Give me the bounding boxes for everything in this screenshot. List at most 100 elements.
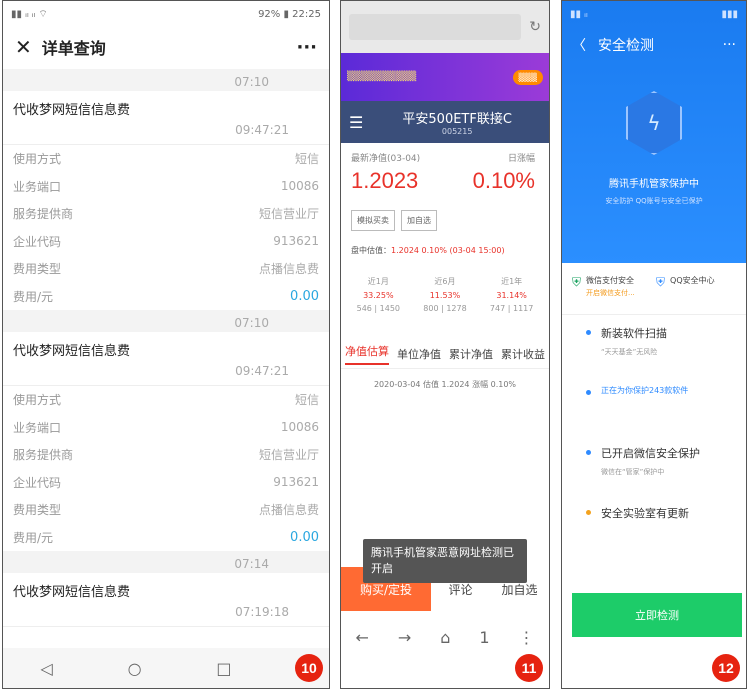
banner-button[interactable]: ▒▒▒	[512, 69, 543, 85]
item-title: 已开启微信安全保护	[601, 447, 700, 460]
close-icon[interactable]: ✕	[15, 35, 32, 59]
record-date: 07:10	[3, 69, 329, 91]
step-badge: 11	[515, 654, 543, 682]
tab-2[interactable]: 累计净值	[449, 346, 493, 362]
record-time: 07:19:18	[3, 599, 329, 627]
field-value: 10086	[280, 179, 319, 194]
record-field: 费用类型 点播信息费	[3, 255, 329, 283]
check-now-button[interactable]: 立即检测	[572, 593, 742, 637]
back-icon[interactable]: ←	[355, 628, 368, 647]
performance-value: 33.25%	[363, 291, 394, 300]
refresh-icon[interactable]: ↻	[529, 19, 541, 35]
performance-label: 近6月	[434, 277, 456, 286]
nav-label: 最新净值(03-04)	[351, 154, 421, 164]
address-input[interactable]	[349, 14, 522, 40]
field-value: 913621	[273, 475, 319, 490]
item-title: 新装软件扫描	[601, 327, 667, 340]
back-icon[interactable]: 〈	[572, 35, 586, 55]
performance-column: 近1月 33.25% 546 | 1450	[357, 276, 400, 313]
bullet-dot-icon	[586, 510, 591, 515]
qq-shield-icon: ⛨	[656, 275, 666, 289]
toast-message: 腾讯手机管家恶意网址检测已开启	[363, 539, 527, 583]
field-label: 费用类型	[13, 262, 62, 277]
page-title: 详单查询	[41, 39, 106, 58]
field-label: 业务端口	[13, 420, 62, 435]
recents-icon[interactable]: □	[216, 659, 231, 678]
menu-icon[interactable]: ☰	[349, 113, 363, 132]
security-item[interactable]: 新装软件扫描 “天天基金”无风险	[562, 315, 746, 375]
record-field: 企业代码 913621	[3, 228, 329, 256]
chart-tabs: 净值估算 单位净值 累计净值 累计收益	[341, 339, 549, 369]
item-subtitle: “天天基金”无风险	[601, 348, 658, 356]
phone-screen-detail-query: ▮▮ ᵢₗ ᵢₗ ⌔ 92% ▮ 22:25 ✕ 详单查询 ··· 07:10 代…	[2, 0, 330, 689]
change-value: 0.10%	[472, 168, 535, 193]
phone-screen-security-check: ▮▮ ᵢₗ ▮▮▮ 〈 安全检测 ··· ϟ 腾讯手机管家保护中 安全防护 QQ账…	[561, 0, 747, 689]
home-icon[interactable]: ○	[128, 659, 142, 678]
card-title: 微信支付安全	[586, 276, 635, 285]
field-label: 业务端口	[13, 179, 62, 194]
field-label: 企业代码	[13, 475, 62, 490]
page-title: 安全检测	[598, 38, 654, 54]
performance-row: 近1月 33.25% 546 | 1450 近6月 11.53% 800 | 1278 近1…	[341, 256, 549, 313]
signal-icon: ▮▮ ᵢₗ ᵢₗ ⌔	[11, 8, 48, 20]
back-icon[interactable]: ◁	[40, 659, 52, 678]
security-item-list: 新装软件扫描 “天天基金”无风险正在为你保护243款软件 已开启微信安全保护 微信在“…	[562, 315, 746, 555]
performance-label: 近1年	[501, 277, 523, 286]
field-value: 0.00	[290, 529, 319, 545]
nav-value: 1.2023	[351, 168, 419, 193]
record-field: 业务端口 10086	[3, 414, 329, 442]
card-subtitle: 开启微信支付...	[586, 289, 635, 297]
field-value: 短信	[294, 393, 319, 408]
field-value: 短信营业厅	[258, 448, 319, 463]
record-field: 费用/元 0.00	[3, 524, 329, 552]
add-watchlist-button[interactable]: 加自选	[490, 581, 549, 598]
add-watchlist-small-button[interactable]: 加自选	[401, 210, 437, 231]
field-value: 0.00	[290, 288, 319, 304]
tab-3[interactable]: 累计收益	[501, 346, 545, 362]
header: ✕ 详单查询 ···	[3, 27, 329, 67]
record-field: 使用方式 短信	[3, 145, 329, 173]
fund-header: ☰ 平安500ETF联接C 005215	[341, 101, 549, 143]
forward-icon[interactable]: →	[398, 628, 411, 647]
home-icon[interactable]: ⌂	[440, 628, 450, 647]
status-bar: ▮▮ ᵢₗ ▮▮▮	[570, 8, 738, 20]
field-label: 费用/元	[13, 289, 54, 304]
wechat-pay-card[interactable]: ⛨ 微信支付安全 开启微信支付...	[572, 275, 656, 314]
shield-icon: ϟ	[626, 91, 682, 155]
browser-address-bar: ↻	[341, 1, 549, 53]
qq-security-card[interactable]: ⛨ QQ安全中心	[656, 275, 740, 314]
simulate-trade-button[interactable]: 模拟买卖	[351, 210, 395, 231]
record-title: 代收梦网短信信息费	[13, 103, 131, 118]
field-label: 费用/元	[13, 530, 54, 545]
more-icon[interactable]: ⋮	[519, 628, 535, 647]
bullet-dot-icon	[586, 330, 591, 335]
security-item[interactable]: 安全实验室有更新	[562, 495, 746, 555]
field-label: 费用类型	[13, 503, 62, 518]
performance-value: 11.53%	[429, 291, 461, 300]
record-list[interactable]: 07:10 代收梦网短信信息费 09:47:21 使用方式 短信 业务端口 10086 服务提…	[3, 69, 329, 648]
tab-0[interactable]: 净值估算	[345, 343, 389, 365]
fund-name: 平安500ETF联接C	[402, 112, 512, 127]
step-badge: 12	[712, 654, 740, 682]
security-item[interactable]: 已开启微信安全保护 微信在“管家”保护中	[562, 435, 746, 495]
record-field: 使用方式 短信	[3, 386, 329, 414]
performance-label: 近1月	[367, 277, 389, 286]
bullet-dot-icon	[586, 390, 591, 395]
comment-button[interactable]: 评论	[431, 581, 490, 598]
browser-toolbar: ← → ⌂ 1 ⋮	[341, 617, 549, 657]
ad-banner[interactable]: ▒▒▒▒▒▒▒▒▒▒ ▒▒▒	[341, 53, 549, 101]
more-icon[interactable]: ···	[296, 37, 317, 58]
record-title: 代收梦网短信信息费	[13, 344, 131, 359]
estimate-row: 盘中估值：1.2024 0.10% (03-04 15:00)	[351, 246, 505, 255]
record-time: 09:47:21	[3, 358, 329, 386]
more-icon[interactable]: ···	[723, 37, 736, 53]
tabs-icon[interactable]: 1	[479, 628, 489, 647]
field-value: 点播信息费	[258, 503, 319, 518]
security-item[interactable]: 正在为你保护243款软件	[562, 375, 746, 435]
record-field: 服务提供商 短信营业厅	[3, 200, 329, 228]
tab-1[interactable]: 单位净值	[397, 346, 441, 362]
shield-check-icon: ⛨	[572, 275, 582, 289]
nav-line: 2020-03-04 估值 1.2024 涨幅 0.10%	[373, 380, 517, 389]
performance-column: 近6月 11.53% 800 | 1278	[423, 276, 466, 313]
status-bar: ▮▮ ᵢₗ ᵢₗ ⌔ 92% ▮ 22:25	[3, 1, 329, 27]
